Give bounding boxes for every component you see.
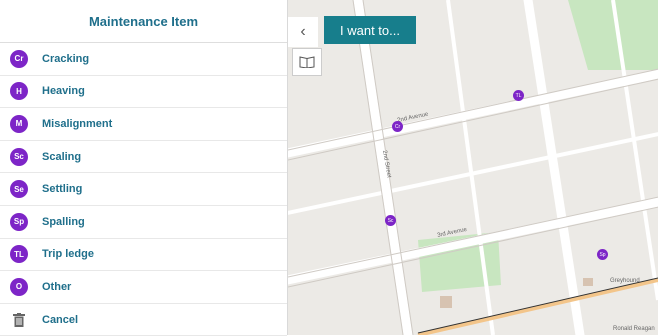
- menu-item-label: Cracking: [42, 52, 90, 65]
- menu-item-label: Scaling: [42, 150, 82, 163]
- map-view[interactable]: 2nd Avenue 2nd Street 3rd Avenue Greyhou…: [288, 0, 658, 335]
- menu-item-settling[interactable]: Se Settling: [0, 173, 287, 206]
- other-icon: O: [10, 277, 28, 296]
- trip-ledge-icon: TL: [10, 245, 28, 264]
- collapse-panel-button[interactable]: ‹: [288, 17, 318, 47]
- settling-icon: Se: [10, 180, 28, 199]
- cancel-label: Cancel: [42, 313, 79, 326]
- menu-item-cracking[interactable]: Cr Cracking: [0, 43, 287, 76]
- menu-item-heaving[interactable]: H Heaving: [0, 76, 287, 109]
- i-want-to-button[interactable]: I want to...: [324, 16, 416, 44]
- scaling-icon: Sc: [10, 147, 28, 166]
- map-marker-trip-ledge[interactable]: TL: [513, 90, 524, 101]
- menu-item-label: Misalignment: [42, 117, 113, 130]
- heaving-icon: H: [10, 82, 28, 101]
- trash-icon: [10, 311, 28, 329]
- menu-item-label: Settling: [42, 183, 83, 196]
- maintenance-item-list: Cr Cracking H Heaving M Misalignment Sc …: [0, 43, 287, 336]
- map-marker-scaling[interactable]: Sc: [385, 215, 396, 226]
- menu-item-scaling[interactable]: Sc Scaling: [0, 141, 287, 174]
- spalling-icon: Sp: [10, 212, 28, 231]
- menu-item-cancel[interactable]: Cancel: [0, 304, 287, 336]
- menu-item-other[interactable]: O Other: [0, 271, 287, 304]
- menu-item-label: Other: [42, 280, 72, 293]
- place-label: Ronald Reagan: [613, 326, 655, 332]
- menu-item-misalignment[interactable]: M Misalignment: [0, 108, 287, 141]
- map-marker-spalling[interactable]: Sp: [597, 249, 608, 260]
- place-label: Greyhound: [610, 278, 640, 284]
- menu-item-label: Trip ledge: [42, 248, 94, 261]
- menu-item-label: Heaving: [42, 85, 85, 98]
- menu-item-trip-ledge[interactable]: TL Trip ledge: [0, 239, 287, 272]
- panel-title: Maintenance Item: [0, 0, 287, 43]
- menu-item-label: Spalling: [42, 215, 85, 228]
- book-icon[interactable]: [292, 48, 322, 76]
- cracking-icon: Cr: [10, 49, 28, 68]
- map-canvas: [288, 0, 658, 335]
- misalignment-icon: M: [10, 114, 28, 133]
- menu-item-spalling[interactable]: Sp Spalling: [0, 206, 287, 239]
- map-marker-cracking[interactable]: Cr: [392, 121, 403, 132]
- maintenance-item-panel: Maintenance Item Cr Cracking H Heaving M…: [0, 0, 288, 336]
